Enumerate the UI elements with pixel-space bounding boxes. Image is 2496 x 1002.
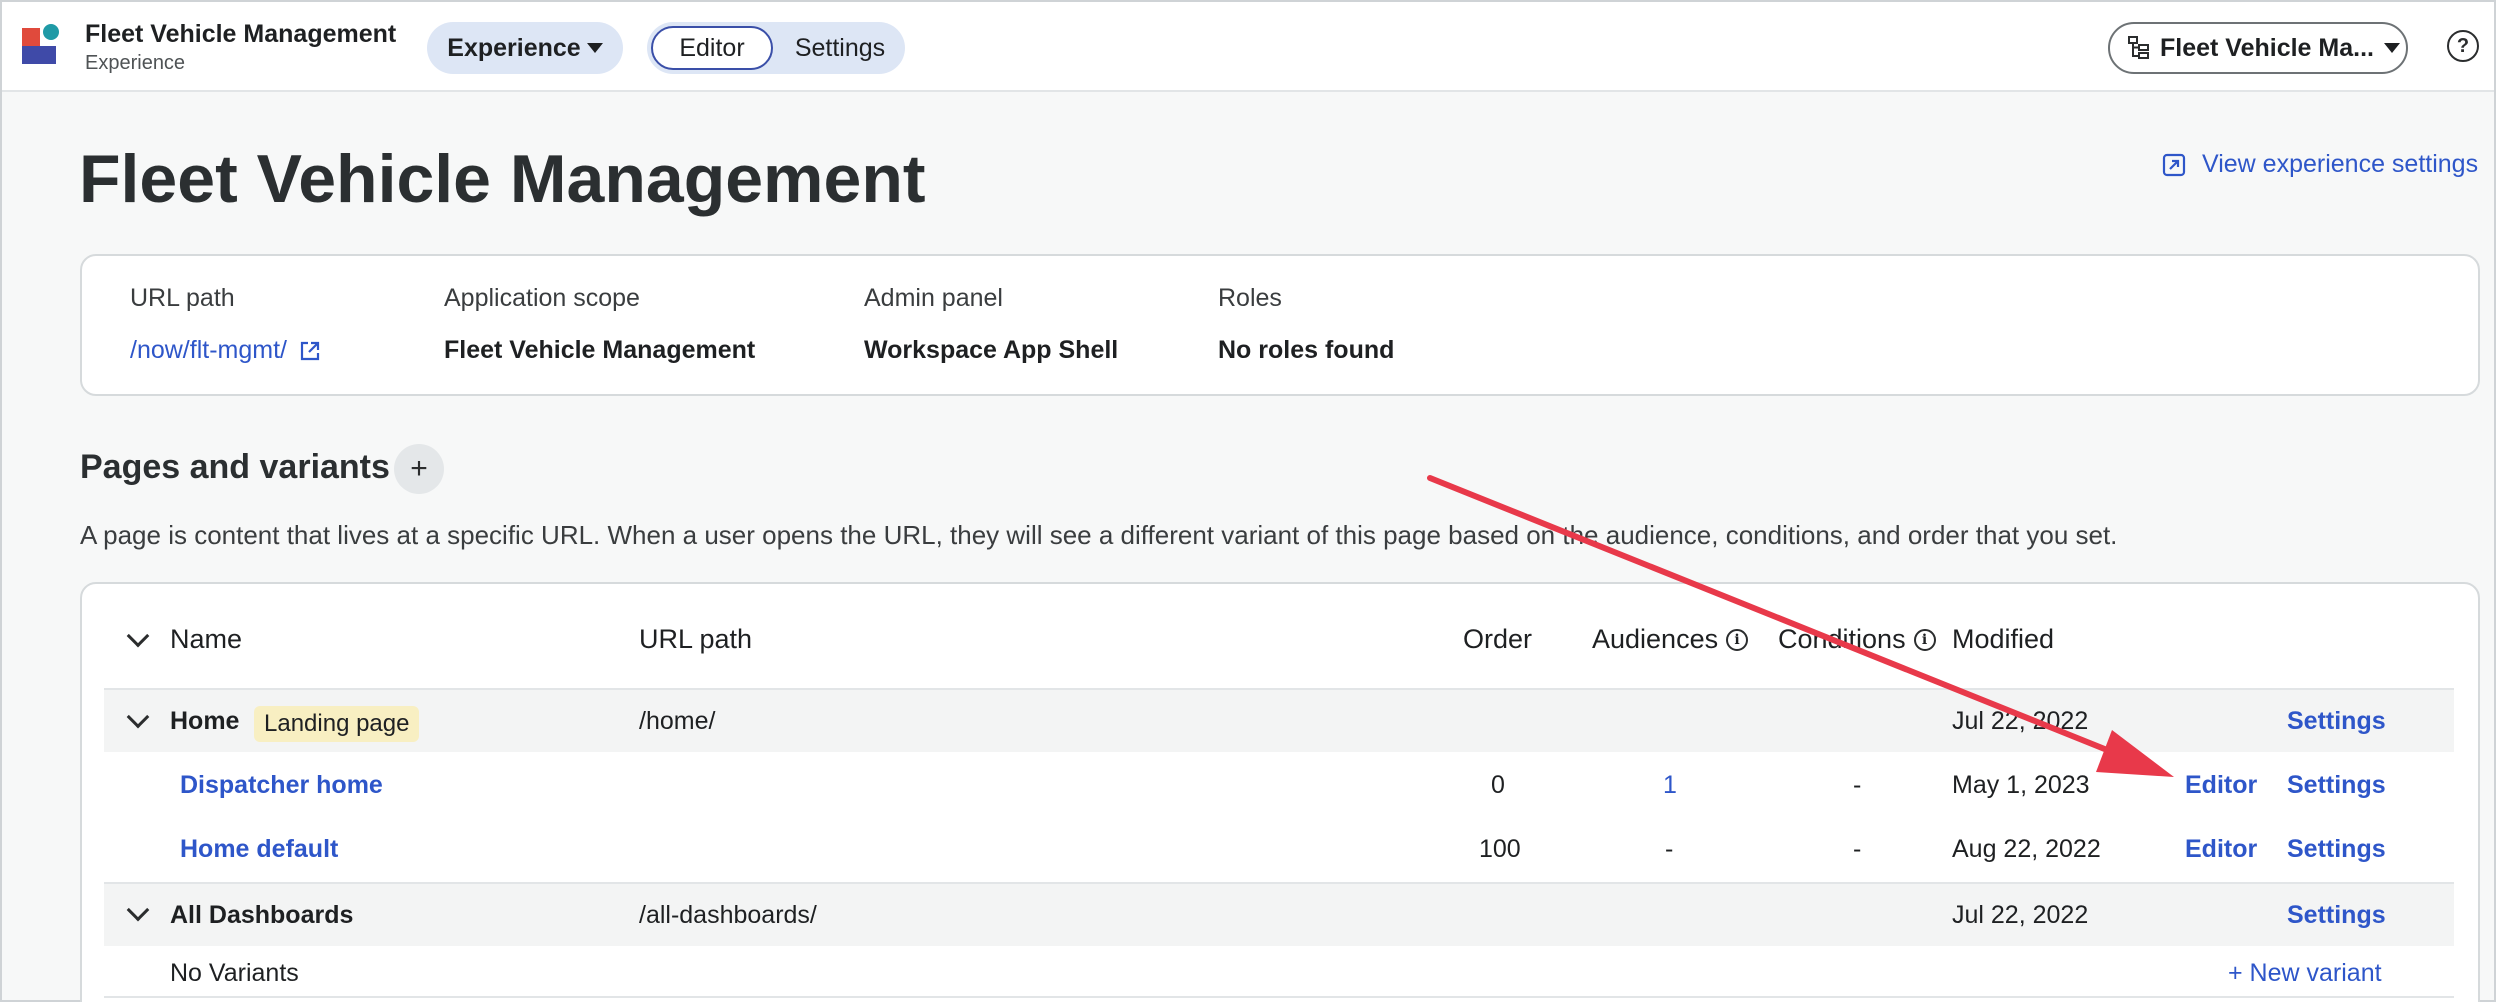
- settings-link[interactable]: Settings: [2287, 835, 2386, 864]
- app-logo-icon: [22, 24, 59, 64]
- view-toggle: Editor Settings: [647, 22, 905, 74]
- variant-order: 0: [1491, 771, 1505, 799]
- column-header-modified[interactable]: Modified: [1952, 624, 2054, 655]
- table-row: [104, 688, 2454, 752]
- page-modified-home: Jul 22, 2022: [1952, 707, 2089, 735]
- settings-link[interactable]: Settings: [2287, 771, 2386, 800]
- column-header-conditions[interactable]: Conditions i: [1778, 624, 1936, 655]
- url-path-value: /now/flt-mgmt/: [130, 336, 287, 364]
- column-header-url-path[interactable]: URL path: [639, 624, 752, 655]
- table-row: [104, 882, 2454, 946]
- caret-down-icon: [2383, 43, 2400, 53]
- url-path-link[interactable]: /now/flt-mgmt/: [130, 336, 321, 365]
- page-name-home: Home: [170, 707, 240, 735]
- experience-info-card: URL path /now/flt-mgmt/ Application scop…: [80, 254, 2480, 396]
- url-path-label: URL path: [130, 284, 235, 312]
- roles-label: Roles: [1218, 284, 1282, 312]
- tab-editor[interactable]: Editor: [651, 26, 773, 70]
- audiences-header-label: Audiences: [1592, 624, 1719, 654]
- section-title: Pages and variants: [80, 448, 390, 486]
- experience-dropdown[interactable]: Experience: [427, 22, 623, 74]
- add-page-button[interactable]: +: [394, 444, 444, 494]
- page-modified-all-dashboards: Jul 22, 2022: [1952, 901, 2089, 929]
- admin-panel-label: Admin panel: [864, 284, 1003, 312]
- editor-link[interactable]: Editor: [2185, 771, 2257, 800]
- scope-dropdown-label: Fleet Vehicle Ma...: [2160, 33, 2374, 62]
- application-scope-value: Fleet Vehicle Management: [444, 336, 756, 364]
- variant-modified: Aug 22, 2022: [1952, 835, 2101, 863]
- variant-audiences: -: [1665, 835, 1674, 863]
- caret-down-icon: [586, 43, 603, 53]
- roles-value: No roles found: [1218, 336, 1395, 364]
- landing-page-badge: Landing page: [254, 706, 420, 742]
- column-header-name[interactable]: Name: [170, 624, 242, 655]
- variant-audiences-link[interactable]: 1: [1663, 771, 1677, 800]
- conditions-header-label: Conditions: [1778, 624, 1906, 654]
- application-scope-label: Application scope: [444, 284, 640, 312]
- variant-order: 100: [1479, 835, 1521, 863]
- no-variants-label: No Variants: [170, 959, 299, 987]
- variant-conditions: -: [1853, 771, 1862, 799]
- section-description: A page is content that lives at a specif…: [80, 520, 2118, 550]
- page-name-all-dashboards: All Dashboards: [170, 901, 354, 929]
- help-icon[interactable]: ?: [2447, 30, 2479, 62]
- variant-conditions: -: [1853, 835, 1862, 863]
- experience-dropdown-label: Experience: [447, 33, 581, 62]
- scope-dropdown[interactable]: Fleet Vehicle Ma...: [2108, 22, 2408, 74]
- tab-settings[interactable]: Settings: [781, 26, 899, 70]
- info-icon[interactable]: i: [1913, 628, 1936, 651]
- open-settings-icon: [2162, 153, 2186, 176]
- editor-link[interactable]: Editor: [2185, 835, 2257, 864]
- app-subtitle: Experience: [85, 52, 186, 74]
- info-icon[interactable]: i: [1726, 628, 1749, 651]
- page-url-home: /home/: [639, 707, 716, 735]
- row-divider: [104, 996, 2454, 1002]
- variant-modified: May 1, 2023: [1952, 771, 2090, 799]
- variant-name-dispatcher-home[interactable]: Dispatcher home: [180, 771, 383, 800]
- variant-name-home-default[interactable]: Home default: [180, 835, 338, 864]
- view-experience-settings-link[interactable]: View experience settings: [2162, 150, 2478, 179]
- column-header-audiences[interactable]: Audiences i: [1592, 624, 1749, 655]
- settings-link[interactable]: Settings: [2287, 901, 2386, 930]
- app-title: Fleet Vehicle Management: [85, 20, 397, 48]
- settings-link[interactable]: Settings: [2287, 707, 2386, 736]
- column-header-order[interactable]: Order: [1463, 624, 1532, 655]
- page-url-all-dashboards: /all-dashboards/: [639, 901, 817, 929]
- page-title: Fleet Vehicle Management: [79, 141, 926, 217]
- view-experience-settings-label: View experience settings: [2202, 150, 2479, 178]
- top-bar: Fleet Vehicle Management Experience Expe…: [2, 2, 2494, 92]
- hierarchy-icon: [2128, 36, 2149, 59]
- admin-panel-value: Workspace App Shell: [864, 336, 1119, 364]
- external-link-icon: [300, 341, 320, 360]
- new-variant-button[interactable]: + New variant: [2228, 959, 2382, 988]
